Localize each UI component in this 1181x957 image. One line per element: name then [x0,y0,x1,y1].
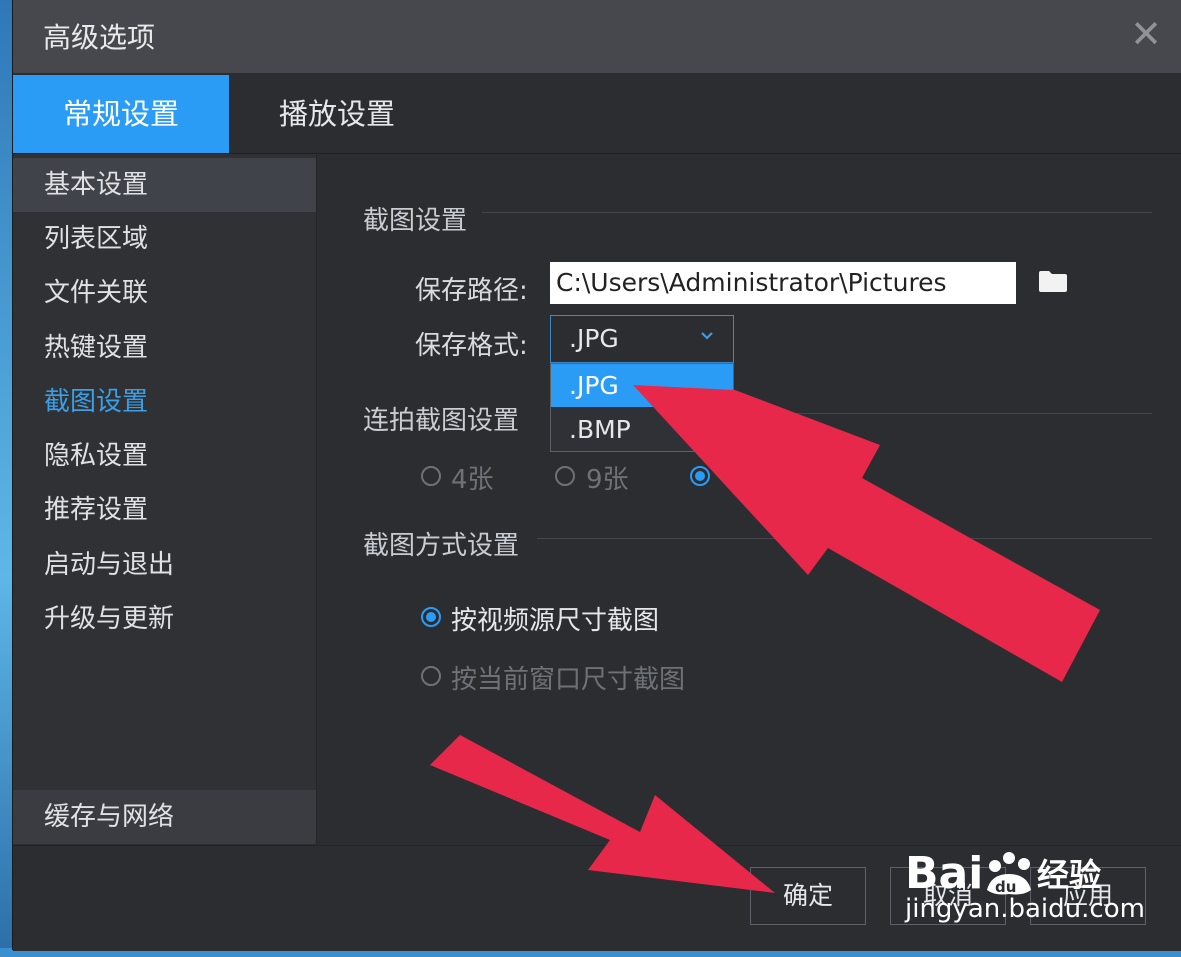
watermark-bai: Bai [905,848,983,899]
annotation-arrows [430,385,1100,893]
watermark-jingyan: 经验 [1037,856,1101,894]
arrow-to-jpg-option [633,385,1100,682]
baidu-watermark-logo: Bai du 经验 [905,848,1101,899]
arrow-to-ok-button [430,735,775,893]
watermark-url: jingyan.baidu.com [905,894,1145,924]
